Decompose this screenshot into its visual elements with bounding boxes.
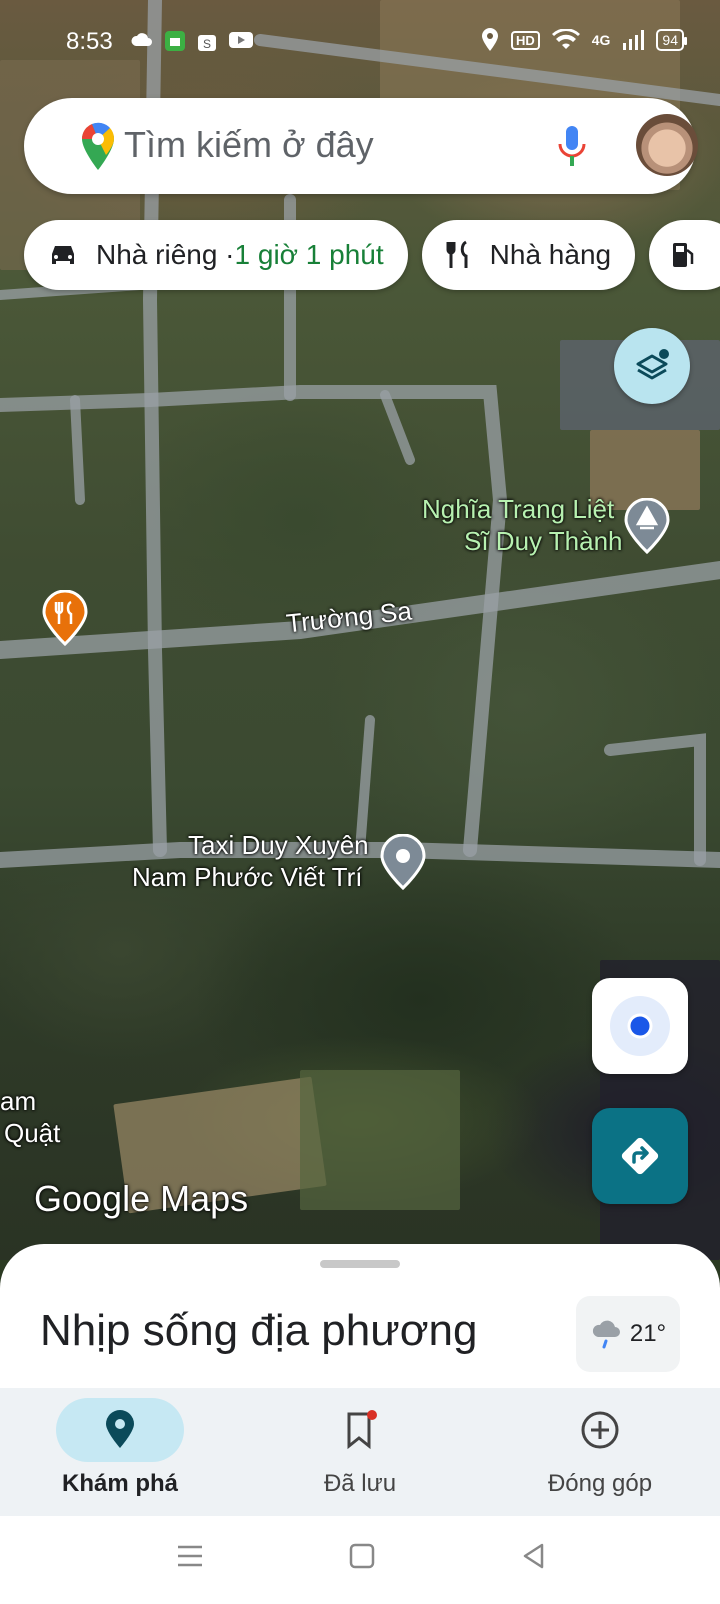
svg-text:S: S (203, 37, 211, 51)
explore-pin-icon (106, 1410, 134, 1448)
google-maps-watermark: Google Maps (34, 1178, 249, 1219)
gas-station-icon (673, 243, 694, 267)
my-location-icon (610, 996, 670, 1056)
nav-explore[interactable]: Khám phá (0, 1388, 240, 1516)
nav-contribute[interactable]: Đóng góp (480, 1388, 720, 1516)
signal-icon (623, 30, 645, 50)
cemetery-marker[interactable] (622, 497, 672, 559)
battery-indicator: 94 (656, 29, 687, 51)
back-icon[interactable] (520, 1542, 548, 1570)
hd-icon: HD (510, 30, 540, 50)
place-pin-icon (380, 833, 426, 891)
bottom-navigation: Khám phá Đã lưu Đóng góp (0, 1388, 720, 1516)
poi-label-cemetery: Nghĩa Trang Liệt (422, 494, 615, 524)
layers-icon (636, 349, 669, 380)
restaurant-pin-icon (42, 589, 88, 647)
poi-label-cemetery: Sĩ Duy Thành (464, 526, 623, 556)
sheet-title: Nhịp sống địa phương (40, 1306, 478, 1355)
nav-saved-label: Đã lưu (323, 1470, 397, 1497)
system-status-icons: HD 4G 94 (481, 28, 687, 52)
chip-gas[interactable] (649, 220, 720, 290)
taxi-marker[interactable] (378, 833, 428, 895)
poi-label-taxi: Taxi Duy Xuyên (188, 830, 369, 860)
avatar[interactable] (636, 114, 698, 176)
add-circle-icon (581, 1411, 619, 1449)
nav-contribute-label: Đóng góp (547, 1470, 653, 1497)
bookmark-icon (347, 1410, 377, 1450)
chip-home[interactable]: Nhà riêng · 1 giờ 1 phút (24, 220, 408, 290)
network-type: 4G (591, 32, 611, 48)
sheet-drag-handle[interactable] (320, 1260, 400, 1268)
weather-chip[interactable]: 21° (576, 1296, 680, 1372)
wifi-icon (551, 29, 580, 49)
search-placeholder[interactable]: Tìm kiếm ở đây (124, 124, 374, 166)
chip-home-eta: 1 giờ 1 phút (234, 239, 384, 270)
nav-explore-label: Khám phá (61, 1470, 178, 1497)
chip-restaurants[interactable]: Nhà hàng (421, 220, 636, 290)
shopping-bag-icon: S (198, 35, 216, 51)
directions-button[interactable] (592, 1108, 688, 1204)
nav-saved[interactable]: Đã lưu (240, 1388, 480, 1516)
chip-home-label: Nhà riêng · (96, 239, 235, 270)
my-location-button[interactable] (592, 978, 688, 1074)
layers-button[interactable] (614, 328, 690, 404)
microphone-icon[interactable] (556, 124, 588, 173)
notification-icons: S (130, 30, 254, 52)
temperature: 21° (629, 1320, 667, 1347)
youtube-icon (229, 32, 253, 48)
google-maps-logo-icon (80, 122, 116, 177)
restaurant-marker[interactable] (40, 589, 90, 651)
bottom-sheet[interactable]: Nhịp sống địa phương 21° (0, 1244, 720, 1394)
search-bar[interactable]: Tìm kiếm ở đây (24, 98, 698, 194)
rain-cloud-icon (592, 1320, 620, 1349)
home-icon[interactable] (348, 1542, 376, 1570)
system-navigation-bar (0, 1516, 720, 1604)
location-icon (481, 28, 498, 51)
cemetery-pin-icon (624, 497, 670, 555)
status-time: 8:53 (66, 28, 113, 55)
chip-restaurants-label: Nhà hàng (489, 239, 612, 270)
poi-label-taxi: Nam Phước Viết Trí (132, 862, 363, 892)
nav-contribute-indicator (536, 1398, 664, 1462)
place-label: Quật (4, 1118, 61, 1148)
place-label: am (0, 1086, 37, 1116)
nav-explore-indicator (56, 1398, 184, 1462)
restaurant-icon (446, 240, 468, 268)
app-notification-icon (165, 31, 185, 51)
nav-saved-indicator (296, 1398, 424, 1462)
car-icon (52, 246, 74, 264)
cloud-icon (131, 33, 152, 46)
quick-chips: Nhà riêng · 1 giờ 1 phút Nhà hàng (24, 220, 720, 290)
directions-icon (621, 1137, 659, 1175)
menu-icon[interactable] (176, 1542, 204, 1570)
status-bar: 8:53 S HD 4G 94 (0, 0, 720, 84)
